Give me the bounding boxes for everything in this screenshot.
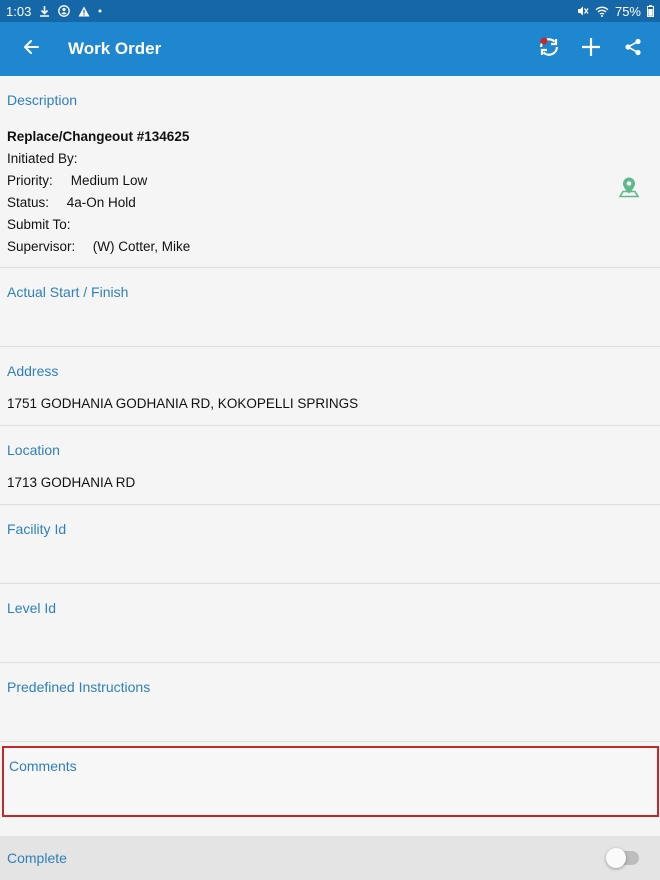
battery-percent: 75% — [614, 3, 641, 19]
comments-label: Comments — [9, 758, 77, 774]
supervisor-value: (W) Cotter, Mike — [92, 239, 191, 254]
warning-icon — [78, 6, 90, 17]
work-order-title: Replace/Changeout #134625 — [7, 129, 190, 144]
comments-field[interactable]: Comments — [2, 746, 659, 817]
back-arrow-icon — [23, 39, 39, 60]
add-icon — [581, 37, 601, 62]
add-button[interactable] — [570, 22, 612, 76]
priority-row: Priority: Medium Low — [7, 173, 653, 188]
complete-row: Complete — [0, 836, 660, 880]
sync-button[interactable] — [528, 22, 570, 76]
level-id-label: Level Id — [7, 600, 57, 616]
initiated-by-row: Initiated By: — [7, 151, 653, 166]
level-id-section[interactable]: Level Id — [0, 584, 660, 663]
location-value: 1713 GODHANIA RD — [7, 475, 136, 490]
supervisor-label: Supervisor: — [7, 239, 76, 254]
initiated-by-label: Initiated By: — [7, 151, 78, 166]
status-time: 1:03 — [6, 3, 32, 19]
supervisor-row: Supervisor: (W) Cotter, Mike — [7, 239, 653, 254]
description-section[interactable]: Description Replace/Changeout #134625 In… — [0, 76, 660, 268]
share-icon — [624, 38, 642, 61]
facility-id-section[interactable]: Facility Id — [0, 505, 660, 584]
page-title: Work Order — [68, 39, 162, 58]
share-button[interactable] — [612, 22, 654, 76]
download-icon — [39, 5, 50, 17]
mute-icon — [577, 5, 589, 17]
priority-label: Priority: — [7, 173, 53, 188]
status-label: Status: — [7, 195, 50, 210]
actual-start-finish-section[interactable]: Actual Start / Finish — [0, 268, 660, 347]
complete-toggle[interactable] — [606, 848, 639, 868]
map-pin-icon[interactable] — [618, 176, 640, 203]
back-button[interactable] — [0, 22, 62, 76]
dot-icon — [98, 9, 102, 13]
submit-to-row: Submit To: — [7, 217, 653, 232]
address-value: 1751 GODHANIA GODHANIA RD, KOKOPELLI SPR… — [7, 396, 359, 411]
wifi-icon — [595, 6, 609, 17]
app-bar: Work Order — [0, 22, 660, 76]
location-section[interactable]: Location 1713 GODHANIA RD — [0, 426, 660, 505]
status-row: Status: 4a-On Hold — [7, 195, 653, 210]
predefined-instructions-label: Predefined Instructions — [7, 679, 151, 695]
address-label: Address — [7, 363, 59, 379]
sync-icon — [537, 36, 561, 63]
priority-value: Medium Low — [70, 173, 148, 188]
facility-id-label: Facility Id — [7, 521, 67, 537]
accessibility-icon — [58, 5, 71, 17]
complete-label: Complete — [7, 850, 67, 866]
work-order-details: Description Replace/Changeout #134625 In… — [0, 76, 660, 880]
submit-to-label: Submit To: — [7, 217, 71, 232]
location-label: Location — [7, 442, 60, 458]
status-bar: 1:03 75% — [0, 0, 660, 22]
description-label: Description — [7, 92, 78, 108]
actual-start-finish-label: Actual Start / Finish — [7, 284, 129, 300]
status-value: 4a-On Hold — [66, 195, 136, 210]
battery-icon — [647, 5, 654, 17]
predefined-instructions-section[interactable]: Predefined Instructions — [0, 663, 660, 742]
address-section[interactable]: Address 1751 GODHANIA GODHANIA RD, KOKOP… — [0, 347, 660, 426]
toggle-knob — [606, 848, 626, 868]
